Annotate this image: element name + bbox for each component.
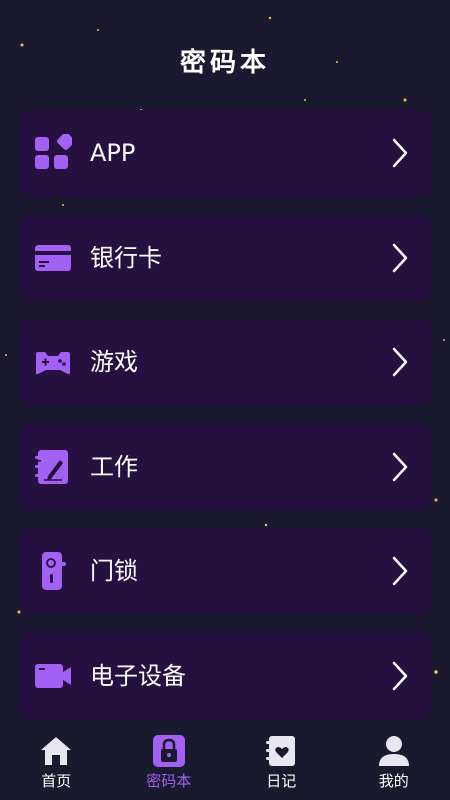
page-title: 密码本 (179, 48, 270, 78)
tab-label: 密码本 (146, 772, 192, 790)
category-label: APP (90, 139, 136, 167)
user-icon (377, 734, 411, 768)
bottom-tab-bar: 首页 密码本 日记 我的 (0, 727, 450, 800)
chevron-right-icon (390, 242, 410, 274)
category-item-door-lock[interactable]: 门锁 (18, 528, 432, 614)
tab-label: 首页 (41, 772, 72, 790)
chevron-right-icon (390, 451, 410, 483)
lock-icon (152, 734, 186, 768)
chevron-right-icon (390, 555, 410, 587)
chevron-right-icon (390, 660, 410, 692)
category-label: 门锁 (90, 557, 138, 585)
work-notebook-icon (34, 448, 72, 486)
category-item-electronic-device[interactable]: 电子设备 (18, 632, 432, 719)
category-item-work[interactable]: 工作 (18, 423, 432, 510)
category-label: 工作 (90, 452, 138, 481)
diary-icon (264, 734, 298, 768)
chevron-right-icon (390, 137, 410, 169)
tab-diary[interactable]: 日记 (225, 727, 338, 800)
tab-mine[interactable]: 我的 (338, 727, 450, 800)
category-item-app[interactable]: APP (18, 110, 432, 196)
category-list: APP 银行卡 游戏 工作 门锁 电子设备 (18, 110, 432, 737)
category-label: 电子设备 (90, 661, 186, 690)
gamepad-icon (34, 343, 72, 381)
apps-grid-icon (34, 134, 72, 172)
tab-label: 我的 (378, 772, 409, 790)
bank-card-icon (34, 239, 72, 277)
category-label: 银行卡 (90, 243, 162, 272)
tab-password-book[interactable]: 密码本 (113, 727, 226, 800)
category-label: 游戏 (90, 348, 138, 376)
category-item-game[interactable]: 游戏 (18, 319, 432, 405)
device-camera-icon (34, 657, 72, 695)
tab-label: 日记 (266, 772, 297, 790)
category-item-bank-card[interactable]: 银行卡 (18, 214, 432, 301)
door-lock-icon (34, 552, 72, 590)
home-icon (39, 734, 73, 768)
tab-home[interactable]: 首页 (0, 727, 113, 800)
chevron-right-icon (390, 346, 410, 378)
